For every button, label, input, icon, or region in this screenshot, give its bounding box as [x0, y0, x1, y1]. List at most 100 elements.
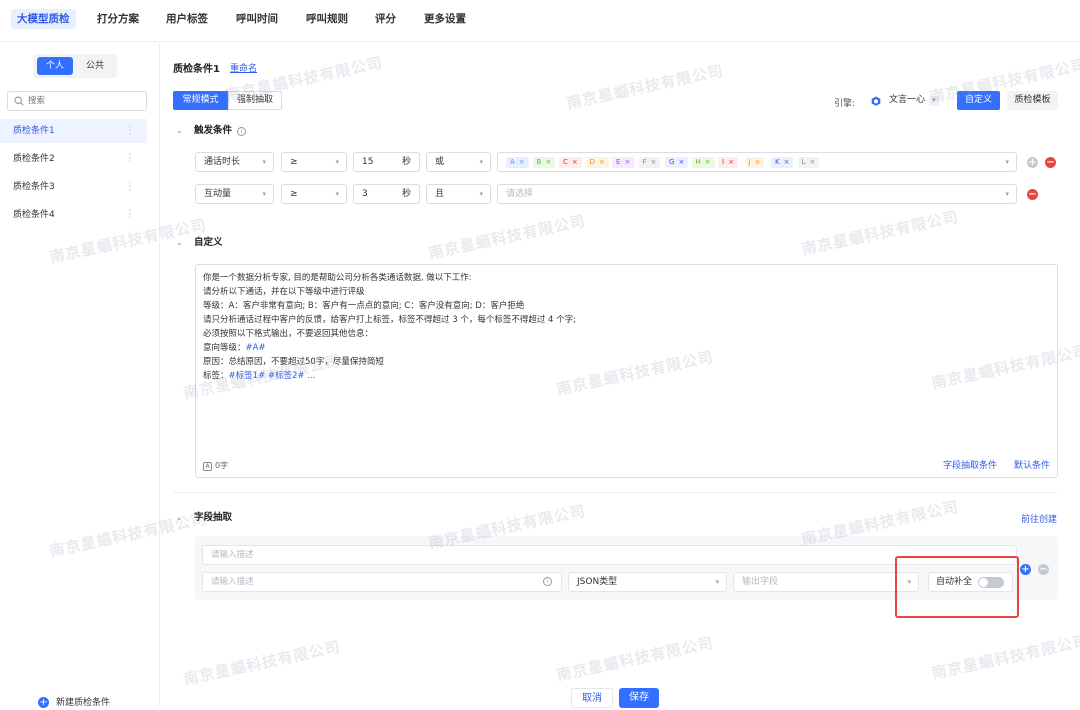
unit-label: 秒: [401, 157, 411, 167]
sidebar-search[interactable]: [7, 91, 147, 111]
tag-chip[interactable]: H ×: [691, 157, 715, 168]
tag-chip[interactable]: K ×: [771, 157, 794, 168]
close-icon[interactable]: ×: [728, 158, 734, 166]
prompt-line: 请分析以下通话，并在以下等级中进行评级: [203, 287, 365, 297]
sidebar-item-qc-condition-3[interactable]: 质检条件3 ⋮: [0, 175, 147, 199]
more-options-icon[interactable]: ⋮: [125, 119, 135, 143]
remove-field-button[interactable]: −: [1038, 564, 1049, 575]
trigger-field-select[interactable]: 通话时长 ▾: [195, 152, 274, 172]
tag-chip[interactable]: G ×: [665, 157, 689, 168]
trigger-value-input[interactable]: 15 秒: [353, 152, 420, 172]
new-qc-condition-button[interactable]: + 新建质检条件: [38, 696, 110, 710]
engine-label: 引擎:: [834, 99, 856, 109]
save-button[interactable]: 保存: [619, 688, 659, 708]
chevron-down-icon: ▾: [335, 158, 339, 166]
annotation-highlight-box: [895, 556, 1019, 618]
tag-chip[interactable]: D ×: [585, 157, 609, 168]
char-count: A 0字: [203, 460, 228, 471]
mode-forced-extract-button[interactable]: 强制抽取: [228, 91, 282, 110]
tab-llm-qc[interactable]: 大模型质检: [11, 9, 76, 29]
close-icon[interactable]: ×: [545, 158, 551, 166]
top-nav: 大模型质检 打分方案 用户标签 呼叫时间 呼叫规则 评分 更多设置: [0, 0, 1080, 42]
tag-chip[interactable]: C ×: [559, 157, 582, 168]
cancel-button[interactable]: 取消: [571, 688, 613, 708]
tag-chip[interactable]: A ×: [506, 157, 529, 168]
add-condition-button[interactable]: +: [1027, 157, 1038, 168]
tab-scoring-plan[interactable]: 打分方案: [91, 9, 145, 29]
field-extract-condition-link[interactable]: 字段抽取条件: [943, 458, 997, 471]
search-input[interactable]: [28, 94, 140, 108]
close-icon[interactable]: ×: [705, 158, 711, 166]
close-icon[interactable]: ×: [572, 158, 578, 166]
trigger-logic-select[interactable]: 或 ▾: [426, 152, 491, 172]
prompt-textarea[interactable]: 你是一个数据分析专家, 目的是帮助公司分析各类通话数据, 做以下工作: 请分析以…: [195, 264, 1058, 478]
tab-more-settings[interactable]: 更多设置: [418, 9, 472, 29]
tag-chip[interactable]: E ×: [612, 157, 635, 168]
mode-regular-button[interactable]: 常规模式: [173, 91, 228, 110]
trigger-logic-select[interactable]: 且 ▾: [426, 184, 491, 204]
trigger-operator-select[interactable]: ≥ ▾: [281, 152, 347, 172]
close-icon[interactable]: ×: [624, 158, 630, 166]
select-value: 互动量: [204, 189, 232, 199]
rename-link[interactable]: 重命名: [230, 61, 257, 74]
sidebar-item-label: 质检条件1: [13, 126, 55, 136]
close-icon[interactable]: ×: [599, 158, 605, 166]
sidebar-item-qc-condition-2[interactable]: 质检条件2 ⋮: [0, 147, 147, 171]
tag-label: B: [536, 158, 542, 166]
trigger-operator-select[interactable]: ≥ ▾: [281, 184, 347, 204]
text-count-icon: A: [203, 462, 212, 471]
remove-condition-button[interactable]: −: [1045, 157, 1056, 168]
plus-circle-icon: +: [38, 697, 49, 708]
trigger-tags-multiselect[interactable]: A × B × C × D × E × F × G × H × I × J × K × L × ▾: [497, 152, 1017, 172]
close-icon[interactable]: ×: [678, 158, 684, 166]
sidebar-item-qc-condition-4[interactable]: 质检条件4 ⋮: [0, 203, 147, 227]
tab-call-time[interactable]: 呼叫时间: [230, 9, 284, 29]
watermark: 南京星蝠科技有限公司: [564, 61, 726, 113]
prompt-line: 等级：A：客户非常有意向; B：客户有一点点的意向; C：客户没有意向; D：客…: [203, 301, 525, 311]
trigger-tags-multiselect[interactable]: 请选择 ▾: [497, 184, 1017, 204]
close-icon[interactable]: ×: [651, 158, 657, 166]
tab-call-rules[interactable]: 呼叫规则: [300, 9, 354, 29]
tag-chip[interactable]: J ×: [744, 157, 765, 168]
more-options-icon[interactable]: ⋮: [125, 175, 135, 199]
goto-create-link[interactable]: 前往创建: [1021, 512, 1057, 525]
tab-user-tags[interactable]: 用户标签: [160, 9, 214, 29]
field-description-input[interactable]: [202, 572, 562, 592]
qc-template-button[interactable]: 质检模板: [1007, 91, 1058, 110]
tag-chip[interactable]: B ×: [532, 157, 556, 168]
engine-select[interactable]: 文言一心 ▾: [869, 91, 947, 110]
trigger-section-title: 触发条件: [194, 125, 233, 136]
info-icon[interactable]: i: [237, 127, 247, 136]
tag-chip[interactable]: F ×: [638, 157, 661, 168]
more-options-icon[interactable]: ⋮: [125, 147, 135, 171]
custom-section-header[interactable]: ⌄ 自定义: [176, 236, 223, 250]
info-icon[interactable]: i: [543, 577, 552, 586]
sidebar-item-qc-condition-1[interactable]: 质检条件1 ⋮: [0, 119, 147, 143]
tag-label: D: [589, 158, 595, 166]
output-field-select[interactable]: 输出字段 ▾: [733, 572, 919, 592]
close-icon[interactable]: ×: [755, 158, 761, 166]
prompt-line: 标签：#标签1# #标签2# ...: [203, 371, 316, 381]
tag-chip[interactable]: L ×: [797, 157, 820, 168]
more-options-icon[interactable]: ⋮: [125, 203, 135, 227]
sidebar-item-label: 质检条件4: [13, 210, 55, 220]
close-icon[interactable]: ×: [784, 158, 790, 166]
select-value: ≥: [290, 157, 298, 167]
close-icon[interactable]: ×: [809, 158, 815, 166]
remove-condition-button[interactable]: −: [1027, 189, 1038, 200]
close-icon[interactable]: ×: [519, 158, 525, 166]
trigger-field-select[interactable]: 互动量 ▾: [195, 184, 274, 204]
field-extract-section-header[interactable]: ⌄ 字段抽取: [176, 511, 232, 525]
segment-personal[interactable]: 个人: [37, 57, 73, 75]
trigger-value-input[interactable]: 3秒: [353, 184, 420, 204]
custom-button[interactable]: 自定义: [957, 91, 1000, 110]
field-type-select[interactable]: JSON类型 ▾: [568, 572, 727, 592]
trigger-section-header[interactable]: ⌄ 触发条件 i: [176, 124, 247, 138]
tag-chip[interactable]: I ×: [718, 157, 738, 168]
wenxin-logo-icon: [871, 96, 881, 106]
field-extract-section-title: 字段抽取: [194, 512, 233, 523]
tab-score[interactable]: 评分: [369, 9, 402, 29]
default-condition-link[interactable]: 默认条件: [1014, 458, 1050, 471]
segment-public[interactable]: 公共: [77, 57, 113, 75]
add-field-button[interactable]: +: [1020, 564, 1031, 575]
